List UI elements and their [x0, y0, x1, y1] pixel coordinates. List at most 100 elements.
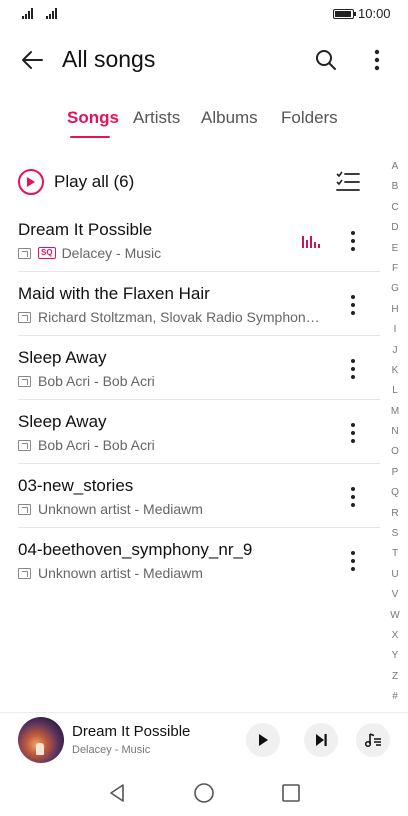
nav-home-button[interactable]: [189, 778, 219, 808]
alphabet-letter[interactable]: Q: [386, 483, 404, 503]
system-nav-bar: [0, 770, 408, 816]
more-options-button[interactable]: [362, 44, 392, 76]
checklist-icon: [336, 171, 360, 191]
song-row[interactable]: Sleep Away Bob Acri - Bob Acri: [0, 400, 380, 464]
song-more-button[interactable]: [340, 418, 366, 448]
local-file-icon: [18, 247, 31, 259]
tab-artists[interactable]: Artists: [133, 108, 180, 128]
alphabet-letter[interactable]: S: [386, 524, 404, 544]
skip-next-icon: [316, 734, 327, 746]
battery-icon: [333, 9, 356, 19]
alphabet-letter[interactable]: K: [386, 361, 404, 381]
alphabet-letter[interactable]: L: [386, 381, 404, 401]
now-playing-title: Dream It Possible: [72, 723, 191, 740]
multi-select-button[interactable]: [334, 168, 362, 196]
local-file-icon: [18, 439, 31, 451]
signal-icon: [46, 7, 57, 19]
mini-player[interactable]: Dream It Possible Delacey - Music: [0, 712, 408, 768]
song-subtitle-row: Unknown artist - Mediawm: [18, 565, 203, 581]
song-subtitle: Richard Stoltzman, Slovak Radio Symphon…: [38, 309, 320, 325]
song-row[interactable]: Maid with the Flaxen Hair Richard Stoltz…: [0, 272, 380, 336]
local-file-icon: [18, 375, 31, 387]
nav-recents-button[interactable]: [276, 778, 306, 808]
circle-home-icon: [194, 783, 214, 803]
song-more-button[interactable]: [340, 482, 366, 512]
song-subtitle: Unknown artist - Mediawm: [38, 501, 203, 517]
song-row[interactable]: 04-beethoven_symphony_nr_9 Unknown artis…: [0, 528, 380, 592]
song-subtitle: Bob Acri - Bob Acri: [38, 437, 155, 453]
alphabet-letter[interactable]: R: [386, 504, 404, 524]
alphabet-letter[interactable]: M: [386, 402, 404, 422]
next-button[interactable]: [304, 723, 338, 757]
local-file-icon: [18, 503, 31, 515]
back-arrow-icon: [22, 51, 43, 69]
play-all-label: Play all (6): [54, 172, 135, 191]
song-row[interactable]: 03-new_stories Unknown artist - Mediawm: [0, 464, 380, 528]
song-subtitle-row: Richard Stoltzman, Slovak Radio Symphon…: [18, 309, 320, 325]
back-button[interactable]: [14, 44, 50, 76]
local-file-icon: [18, 567, 31, 579]
alphabet-letter[interactable]: C: [386, 198, 404, 218]
tab-bar: Songs Artists Albums Folders: [0, 106, 408, 142]
now-playing-bars-icon: [302, 234, 320, 248]
alphabet-letter[interactable]: I: [386, 320, 404, 340]
queue-music-icon: [364, 733, 381, 748]
tab-albums[interactable]: Albums: [201, 108, 258, 128]
status-time: 10:00: [358, 6, 391, 21]
song-title: Sleep Away: [18, 348, 107, 367]
alphabet-letter[interactable]: O: [386, 442, 404, 462]
alphabet-letter[interactable]: U: [386, 565, 404, 585]
alphabet-letter[interactable]: E: [386, 239, 404, 259]
nav-back-button[interactable]: [102, 778, 132, 808]
alphabet-index[interactable]: A B C D E F G H I J K L M N O P Q R S T U V W X Y Z #: [386, 157, 404, 708]
alphabet-letter[interactable]: D: [386, 218, 404, 238]
song-subtitle-row: Bob Acri - Bob Acri: [18, 437, 155, 453]
page-title: All songs: [62, 46, 156, 72]
song-row[interactable]: Dream It Possible SQ Delacey - Music: [0, 208, 380, 272]
song-subtitle: Bob Acri - Bob Acri: [38, 373, 155, 389]
song-more-button[interactable]: [340, 290, 366, 320]
alphabet-letter[interactable]: X: [386, 626, 404, 646]
song-more-button[interactable]: [340, 226, 366, 256]
status-bar: 10:00: [0, 0, 408, 28]
alphabet-letter[interactable]: Z: [386, 667, 404, 687]
play-all-button[interactable]: Play all (6): [18, 166, 218, 198]
song-more-button[interactable]: [340, 354, 366, 384]
song-title: 04-beethoven_symphony_nr_9: [18, 540, 253, 559]
alphabet-letter[interactable]: F: [386, 259, 404, 279]
alphabet-letter[interactable]: W: [386, 606, 404, 626]
alphabet-letter[interactable]: V: [386, 585, 404, 605]
search-button[interactable]: [310, 44, 342, 76]
song-row[interactable]: Sleep Away Bob Acri - Bob Acri: [0, 336, 380, 400]
album-art[interactable]: [18, 717, 64, 763]
play-button[interactable]: [246, 723, 280, 757]
song-subtitle: Unknown artist - Mediawm: [38, 565, 203, 581]
alphabet-letter[interactable]: J: [386, 341, 404, 361]
alphabet-letter[interactable]: #: [386, 687, 404, 707]
signal-icon: [22, 7, 33, 19]
song-title: Sleep Away: [18, 412, 107, 431]
song-more-button[interactable]: [340, 546, 366, 576]
alphabet-letter[interactable]: Y: [386, 646, 404, 666]
alphabet-letter[interactable]: P: [386, 463, 404, 483]
playlist-queue-button[interactable]: [356, 723, 390, 757]
sq-badge: SQ: [38, 247, 56, 259]
alphabet-letter[interactable]: A: [386, 157, 404, 177]
tab-folders[interactable]: Folders: [281, 108, 338, 128]
play-circle-icon: [18, 169, 44, 195]
play-icon: [259, 734, 268, 746]
search-icon: [316, 50, 336, 70]
local-file-icon: [18, 311, 31, 323]
alphabet-letter[interactable]: N: [386, 422, 404, 442]
tab-songs[interactable]: Songs: [67, 108, 119, 128]
song-subtitle: Delacey - Music: [61, 245, 162, 261]
alphabet-letter[interactable]: H: [386, 300, 404, 320]
now-playing-subtitle: Delacey - Music: [72, 744, 151, 756]
song-subtitle-row: Unknown artist - Mediawm: [18, 501, 203, 517]
alphabet-letter[interactable]: B: [386, 177, 404, 197]
song-title: Dream It Possible: [18, 220, 153, 239]
song-subtitle-row: SQ Delacey - Music: [18, 245, 161, 261]
alphabet-letter[interactable]: G: [386, 279, 404, 299]
song-subtitle-row: Bob Acri - Bob Acri: [18, 373, 155, 389]
alphabet-letter[interactable]: T: [386, 544, 404, 564]
